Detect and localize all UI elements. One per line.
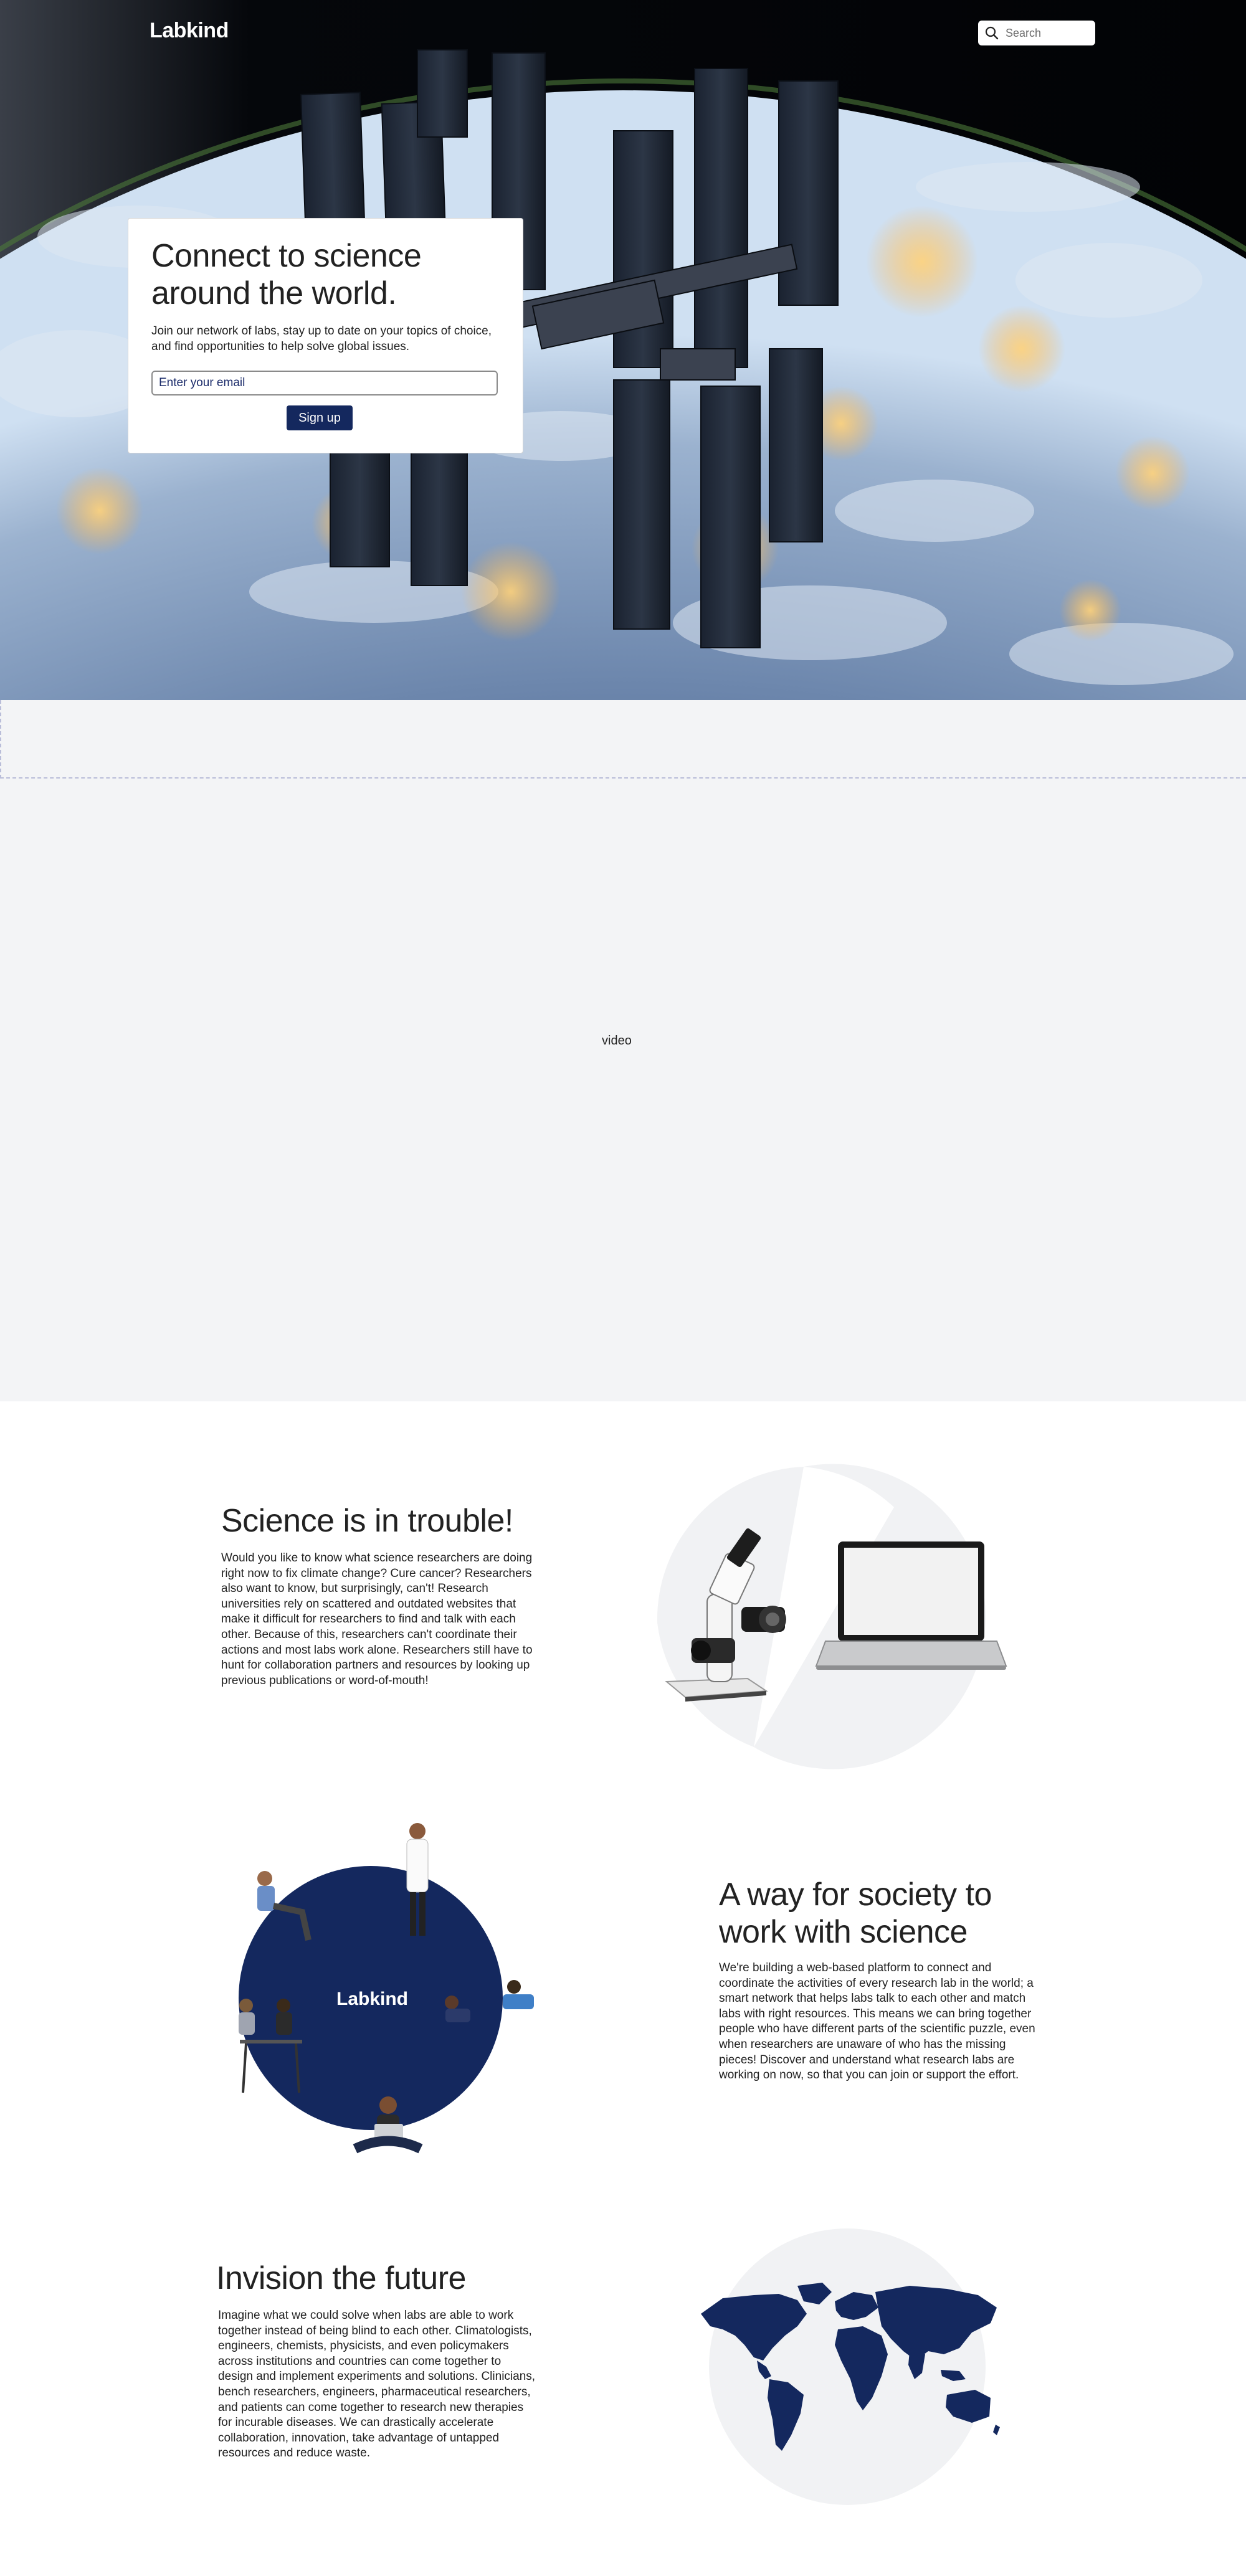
network-circle-label: Labkind xyxy=(336,1989,409,2009)
search-icon xyxy=(984,26,999,40)
section-body-trouble: Would you like to know what science rese… xyxy=(221,1551,533,1687)
signup-card: Connect to science around the world. Joi… xyxy=(128,218,523,453)
microscope-laptop-illustration xyxy=(657,1464,1007,1769)
video-section: video xyxy=(0,700,1246,1401)
logo[interactable]: Labkind xyxy=(150,19,229,43)
section-body-future: Imagine what we could solve when labs ar… xyxy=(218,2309,536,2460)
section-title-future: Invision the future xyxy=(216,2260,466,2296)
search-box[interactable]: Search xyxy=(978,21,1095,45)
world-map-illustration xyxy=(701,2228,1000,2505)
video-top-guide xyxy=(0,700,1246,779)
signup-button[interactable]: Sign up xyxy=(287,405,353,430)
hero-subtitle: Join our network of labs, stay up to dat… xyxy=(151,324,492,353)
section-title-society: A way for society to work with science xyxy=(719,1877,992,1950)
hero-title: Connect to science around the world. xyxy=(151,238,422,311)
section-body-society: We're building a web-based platform to c… xyxy=(719,1961,1035,2082)
email-input[interactable]: Enter your email xyxy=(151,371,498,395)
video-placeholder[interactable]: video xyxy=(602,1034,632,1048)
search-input[interactable]: Search xyxy=(1006,27,1041,40)
laptop-icon xyxy=(815,1541,1007,1670)
hero-section: Labkind Search Connect to science around… xyxy=(0,0,1246,700)
section-title-trouble: Science is in trouble! xyxy=(221,1503,513,1539)
